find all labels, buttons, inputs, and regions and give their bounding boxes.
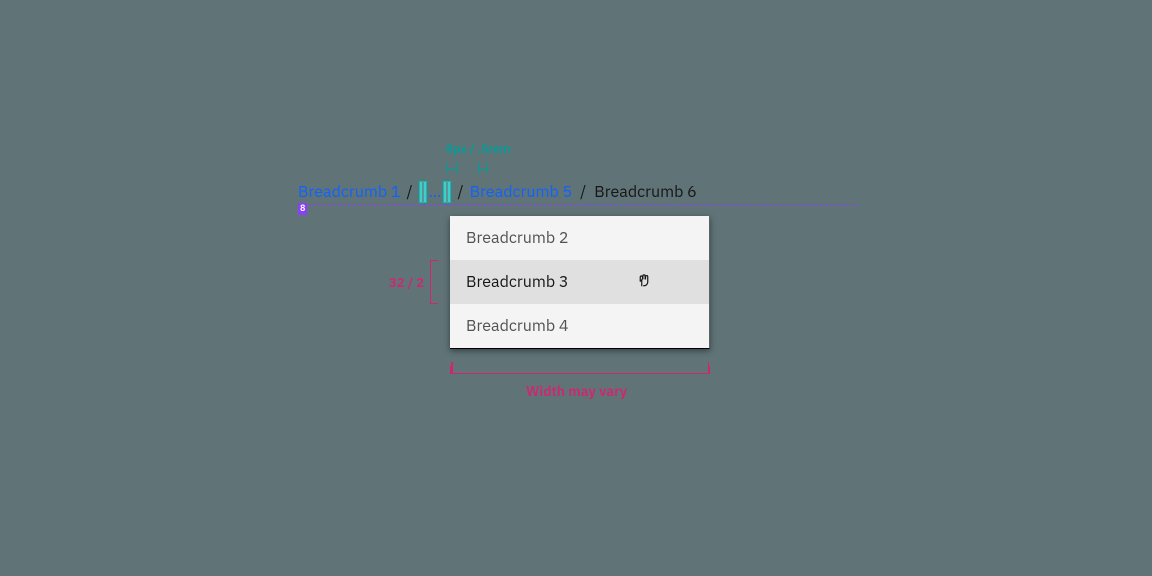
breadcrumb-separator: / [400, 182, 418, 202]
baseline-badge: 8 [298, 203, 307, 215]
row-height-label: 32 / 2 [384, 274, 424, 291]
width-measure [450, 366, 710, 374]
gap-ibar-left [447, 162, 457, 174]
breadcrumb-spec-diagram: 8px / .5rem Breadcrumb 1 / … / Breadcrum… [298, 180, 858, 204]
overflow-item-label: Breadcrumb 3 [466, 272, 568, 292]
breadcrumb-item-1[interactable]: Breadcrumb 1 [298, 182, 400, 202]
pointer-cursor-icon [635, 270, 653, 293]
gap-spacing-label: 8px / .5rem [446, 142, 510, 157]
breadcrumb-item-5[interactable]: Breadcrumb 5 [470, 182, 572, 202]
breadcrumb-row: Breadcrumb 1 / … / Breadcrumb 5 / Breadc… [298, 180, 858, 204]
gap-highlight-right [443, 181, 451, 203]
overflow-item-2[interactable]: Breadcrumb 2 [450, 216, 709, 260]
breadcrumb-overflow-ellipsis[interactable]: … [427, 182, 444, 202]
breadcrumb-overflow-menu[interactable]: Breadcrumb 2 Breadcrumb 3 Breadcrumb 4 [450, 216, 710, 349]
gap-ibar-right [478, 162, 488, 174]
overflow-item-3[interactable]: Breadcrumb 3 [450, 260, 709, 304]
breadcrumb-item-current: Breadcrumb 6 [594, 182, 696, 202]
width-label: Width may vary [526, 382, 627, 400]
overflow-item-label: Breadcrumb 2 [466, 228, 568, 248]
row-height-measure [430, 260, 438, 304]
gap-highlight-left [419, 181, 427, 203]
breadcrumb-separator: / [451, 182, 469, 202]
breadcrumb-separator: / [572, 182, 594, 202]
overflow-item-label: Breadcrumb 4 [466, 316, 568, 336]
overflow-item-4[interactable]: Breadcrumb 4 [450, 304, 709, 348]
baseline-guide [298, 204, 858, 205]
